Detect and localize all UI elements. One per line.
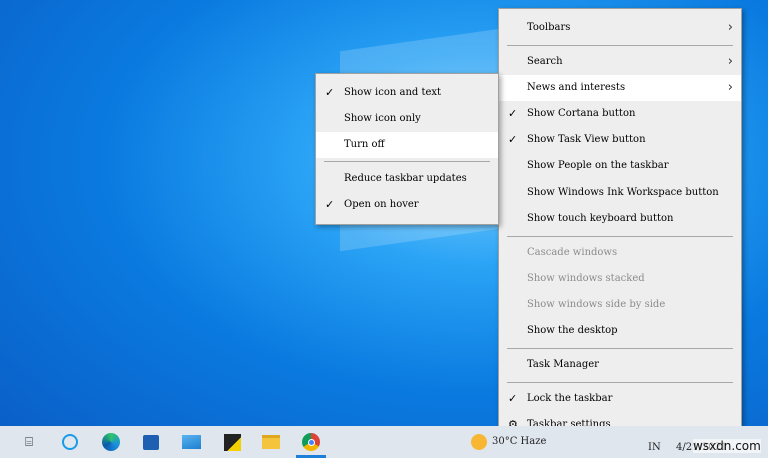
menu-item-show-cortana[interactable]: ✓ Show Cortana button bbox=[499, 101, 741, 127]
label: Show icon and text bbox=[344, 87, 442, 98]
menu-item-show-task-view[interactable]: ✓ Show Task View button bbox=[499, 127, 741, 153]
label: Show Cortana button bbox=[527, 108, 636, 119]
label: Toolbars bbox=[527, 22, 571, 33]
submenu-item-turn-off[interactable]: Turn off bbox=[316, 132, 498, 158]
label: Show Windows Ink Workspace button bbox=[527, 187, 719, 198]
label: Show windows side by side bbox=[527, 299, 666, 310]
edge-icon[interactable] bbox=[100, 431, 122, 453]
label: Show the desktop bbox=[527, 325, 618, 336]
weather-text[interactable]: 30°C Haze bbox=[492, 436, 546, 447]
separator bbox=[507, 348, 733, 349]
checkmark-icon: ✓ bbox=[325, 86, 335, 99]
label: Turn off bbox=[344, 139, 385, 150]
label: Reduce taskbar updates bbox=[344, 173, 467, 184]
file-explorer-icon[interactable] bbox=[260, 431, 282, 453]
mail-icon[interactable] bbox=[180, 431, 202, 453]
taskbar: ⌸ 30°C Haze IN 4/21/2021 wsxdn.com bbox=[0, 426, 768, 458]
taskbar-context-menu: Toolbars › Search › News and interests › ✓ S… bbox=[498, 8, 742, 440]
chevron-right-icon: › bbox=[727, 20, 733, 35]
separator bbox=[507, 236, 733, 237]
menu-item-lock-taskbar[interactable]: ✓ Lock the taskbar bbox=[499, 386, 741, 412]
language-indicator[interactable]: IN bbox=[648, 442, 661, 453]
checkmark-icon: ✓ bbox=[508, 392, 518, 405]
label: Show Task View button bbox=[527, 134, 646, 145]
label: Show touch keyboard button bbox=[527, 213, 674, 224]
menu-item-search[interactable]: Search › bbox=[499, 49, 741, 75]
label: Search bbox=[527, 56, 563, 67]
label: Cascade windows bbox=[527, 247, 618, 258]
menu-item-show-touch-keyboard[interactable]: Show touch keyboard button bbox=[499, 206, 741, 232]
label: Open on hover bbox=[344, 199, 419, 210]
label: News and interests bbox=[527, 82, 626, 93]
menu-item-windows-side-by-side: Show windows side by side bbox=[499, 292, 741, 318]
submenu-item-show-icon-and-text[interactable]: ✓ Show icon and text bbox=[316, 80, 498, 106]
submenu-item-show-icon-only[interactable]: Show icon only bbox=[316, 106, 498, 132]
separator bbox=[507, 45, 733, 46]
cortana-icon[interactable] bbox=[59, 431, 81, 453]
label: Lock the taskbar bbox=[527, 393, 613, 404]
menu-item-cascade-windows: Cascade windows bbox=[499, 240, 741, 266]
submenu-item-open-on-hover[interactable]: ✓ Open on hover bbox=[316, 192, 498, 218]
menu-item-windows-stacked: Show windows stacked bbox=[499, 266, 741, 292]
chevron-right-icon: › bbox=[727, 80, 733, 95]
label: Show windows stacked bbox=[527, 273, 645, 284]
checkmark-icon: ✓ bbox=[508, 107, 518, 120]
task-view-icon[interactable]: ⌸ bbox=[18, 431, 40, 453]
news-and-interests-submenu: ✓ Show icon and text Show icon only Turn … bbox=[315, 73, 499, 225]
label: Task Manager bbox=[527, 359, 599, 370]
store-icon[interactable] bbox=[140, 431, 162, 453]
separator bbox=[324, 161, 490, 162]
menu-item-show-desktop[interactable]: Show the desktop bbox=[499, 318, 741, 344]
submenu-item-reduce-taskbar-updates[interactable]: Reduce taskbar updates bbox=[316, 166, 498, 192]
separator bbox=[507, 382, 733, 383]
label: Show People on the taskbar bbox=[527, 160, 669, 171]
menu-item-show-ink-workspace[interactable]: Show Windows Ink Workspace button bbox=[499, 180, 741, 206]
checkmark-icon: ✓ bbox=[325, 198, 335, 211]
menu-item-show-people[interactable]: Show People on the taskbar bbox=[499, 153, 741, 179]
weather-icon[interactable] bbox=[468, 431, 490, 453]
chevron-right-icon: › bbox=[727, 54, 733, 69]
watermark: wsxdn.com bbox=[693, 439, 761, 453]
checkmark-icon: ✓ bbox=[508, 133, 518, 146]
sticky-notes-icon[interactable] bbox=[221, 431, 243, 453]
label: Show icon only bbox=[344, 113, 421, 124]
chrome-icon[interactable] bbox=[300, 431, 322, 453]
menu-item-news-and-interests[interactable]: News and interests › bbox=[499, 75, 741, 101]
menu-item-toolbars[interactable]: Toolbars › bbox=[499, 15, 741, 41]
menu-item-task-manager[interactable]: Task Manager bbox=[499, 352, 741, 378]
